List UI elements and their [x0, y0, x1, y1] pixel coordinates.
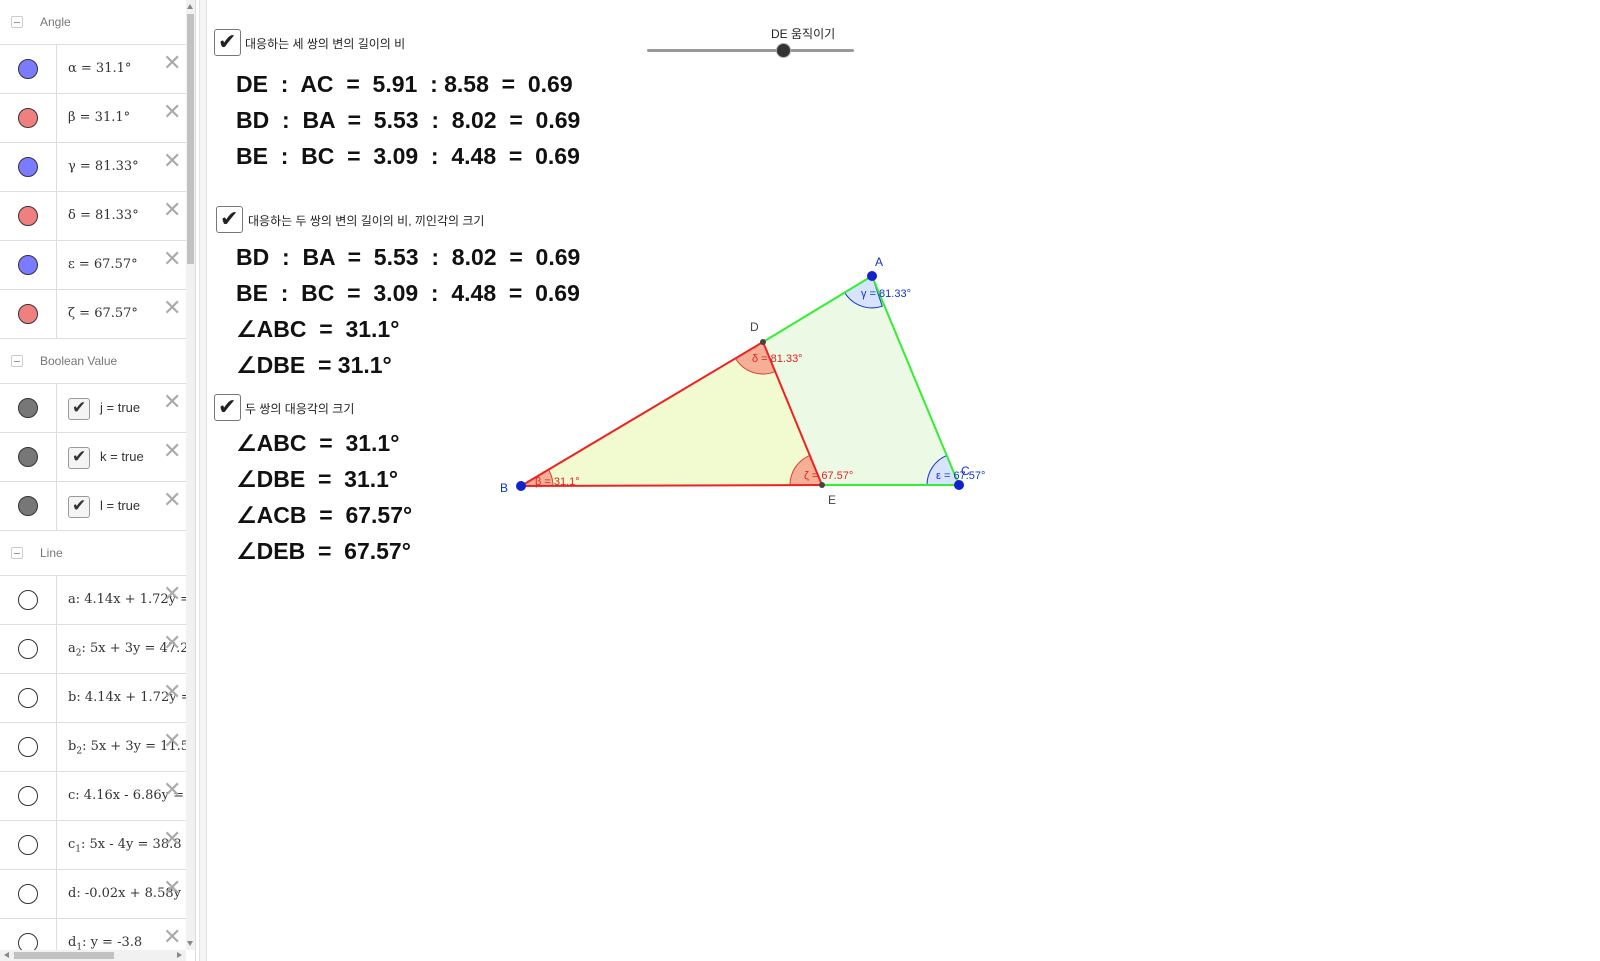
angle-line: ∠DEB = 67.57°	[236, 538, 411, 564]
point-B[interactable]	[516, 481, 526, 491]
ratio-line: BE : BC = 3.09 : 4.48 = 0.69	[236, 143, 580, 169]
checkbox-three-side-ratios[interactable]	[214, 29, 241, 56]
point-A[interactable]	[867, 271, 877, 281]
slider-de-move[interactable]	[647, 49, 854, 52]
point-label-B: B	[500, 481, 508, 495]
angle-label-zeta: ζ = 67.57°	[804, 470, 853, 482]
point-label-E: E	[828, 493, 836, 507]
angle-line: ∠ABC = 31.1°	[236, 430, 400, 456]
checkbox-label: 두 쌍의 대응각의 크기	[245, 402, 355, 416]
angle-label-gamma: γ = 81.33°	[861, 288, 911, 300]
angle-line: ∠DBE = 31.1°	[236, 352, 392, 378]
ratio-line: BD : BA = 5.53 : 8.02 = 0.69	[236, 244, 581, 270]
angle-line: ∠DBE = 31.1°	[236, 466, 399, 492]
angle-label-epsilon: ε = 67.57°	[936, 470, 985, 482]
point-label-D: D	[750, 320, 759, 334]
angle-line: ∠ACB = 67.57°	[236, 502, 413, 528]
checkbox-two-side-ratios-included-angle[interactable]	[216, 206, 243, 233]
checkbox-two-corresponding-angles[interactable]	[214, 394, 241, 421]
point-label-A: A	[875, 255, 883, 269]
ratio-line: BE : BC = 3.09 : 4.48 = 0.69	[236, 280, 580, 306]
point-E[interactable]	[819, 482, 825, 488]
point-D[interactable]	[760, 339, 766, 345]
checkbox-label: 대응하는 세 쌍의 변의 길이의 비	[245, 37, 406, 51]
slider-label: DE 움직이기	[771, 27, 836, 41]
angle-label-beta: β = 31.1°	[535, 476, 580, 488]
ratio-line: BD : BA = 5.53 : 8.02 = 0.69	[236, 107, 581, 133]
angle-line: ∠ABC = 31.1°	[236, 316, 400, 342]
ratio-line: DE : AC = 5.91 : 8.58 = 0.69	[236, 71, 573, 97]
checkbox-label: 대응하는 두 쌍의 변의 길이의 비, 끼인각의 크기	[248, 214, 485, 228]
angle-label-delta: δ = 81.33°	[752, 353, 803, 365]
